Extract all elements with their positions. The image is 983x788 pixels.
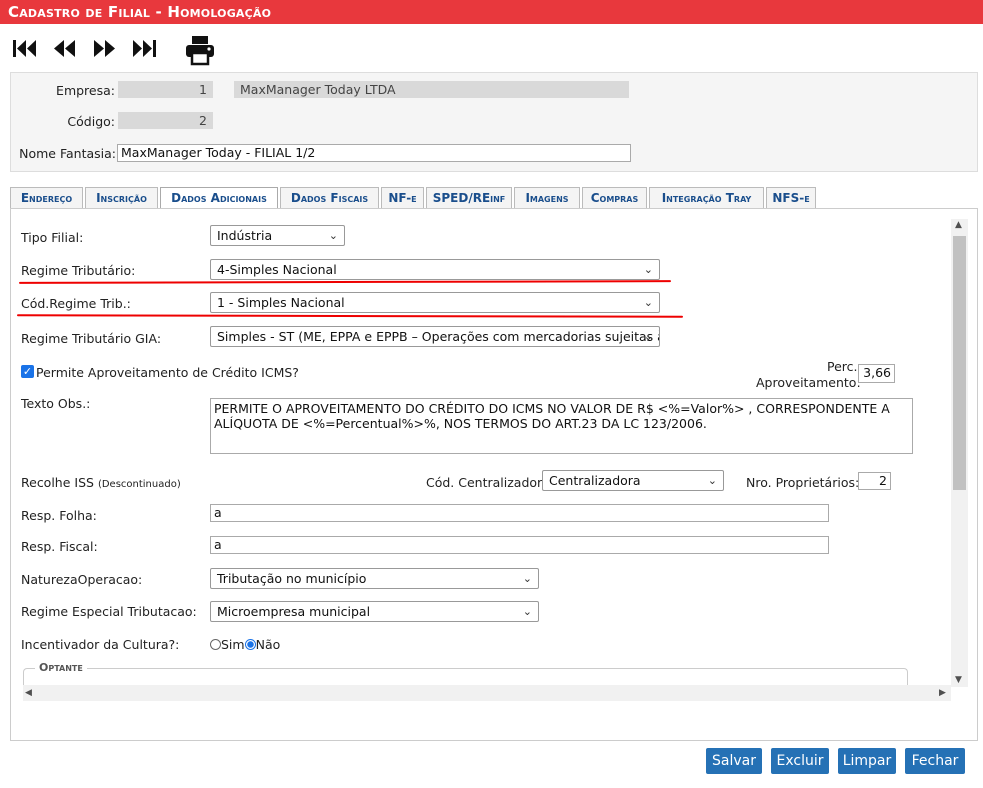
first-record-icon[interactable] xyxy=(10,34,40,64)
tab-dados-adicionais[interactable]: Dados Adicionais xyxy=(160,187,278,210)
dados-adicionais-panel: Tipo Filial: Indústria ⌄ Regime Tributári… xyxy=(10,208,978,741)
chevron-down-icon: ⌄ xyxy=(522,572,532,585)
incentivador-nao-label: Não xyxy=(255,637,281,652)
scroll-up-icon[interactable]: ▲ xyxy=(955,220,962,230)
cod-regime-label: Cód.Regime Trib.: xyxy=(21,296,131,311)
permite-aproveitamento-checkbox[interactable]: ✓ xyxy=(21,365,34,378)
perc-aproveitamento-input[interactable]: 3,66 xyxy=(858,364,895,383)
chevron-down-icon: ⌄ xyxy=(522,605,532,618)
scroll-right-icon[interactable]: ▶ xyxy=(939,688,946,698)
nome-fantasia-label: Nome Fantasia: xyxy=(19,146,116,161)
vertical-scrollbar-thumb[interactable] xyxy=(953,236,966,490)
red-annotation-underline xyxy=(16,314,684,318)
natureza-operacao-select[interactable]: Tributação no município ⌄ xyxy=(210,568,539,589)
chevron-down-icon: ⌄ xyxy=(328,229,338,242)
perc-aproveitamento-label-line1: Perc. xyxy=(827,359,858,374)
empresa-label: Empresa: xyxy=(56,83,115,98)
tab-imagens[interactable]: Imagens xyxy=(514,187,580,208)
recolhe-iss-note: (Descontinuado) xyxy=(97,479,181,490)
record-navigation-toolbar xyxy=(10,34,230,66)
regime-especial-value: Microempresa municipal xyxy=(217,604,371,619)
window-title: Cadastro de Filial - Homologação xyxy=(8,3,272,21)
recolhe-iss-label: Recolhe ISS (Descontinuado) xyxy=(21,475,181,490)
print-icon[interactable] xyxy=(184,34,216,66)
header-panel: Empresa: 1 MaxManager Today LTDA Código:… xyxy=(10,72,978,172)
title-bar: Cadastro de Filial - Homologação xyxy=(0,0,983,24)
cod-regime-value: 1 - Simples Nacional xyxy=(217,295,345,310)
empresa-code-field: 1 xyxy=(118,81,213,98)
codigo-label: Código: xyxy=(67,114,115,129)
regime-gia-select[interactable]: Simples - ST (ME, EPPA e EPPB – Operaçõe… xyxy=(210,326,660,347)
chevron-down-icon: ⌄ xyxy=(707,474,717,487)
scroll-left-icon[interactable]: ◀ xyxy=(25,688,32,698)
texto-obs-label: Texto Obs.: xyxy=(21,396,91,411)
red-annotation-underline xyxy=(18,280,672,284)
previous-record-icon[interactable] xyxy=(50,34,80,64)
resp-fiscal-input[interactable]: a xyxy=(210,536,829,554)
tab-inscricao[interactable]: Inscrição xyxy=(85,187,158,208)
resp-folha-label: Resp. Folha: xyxy=(21,508,97,523)
fechar-button[interactable]: Fechar xyxy=(905,748,965,774)
recolhe-iss-text: Recolhe ISS xyxy=(21,475,94,490)
regime-gia-value: Simples - ST (ME, EPPA e EPPB – Operaçõe… xyxy=(217,329,660,344)
tab-nfe[interactable]: NF-e xyxy=(381,187,424,208)
tab-dados-fiscais[interactable]: Dados Fiscais xyxy=(280,187,379,208)
horizontal-scrollbar[interactable]: ◀ ▶ xyxy=(23,685,951,701)
resp-folha-input[interactable]: a xyxy=(210,504,829,522)
last-record-icon[interactable] xyxy=(130,34,160,64)
regime-especial-select[interactable]: Microempresa municipal ⌄ xyxy=(210,601,539,622)
next-record-icon[interactable] xyxy=(90,34,120,64)
tipo-filial-value: Indústria xyxy=(217,228,273,243)
regime-tributario-value: 4-Simples Nacional xyxy=(217,262,337,277)
regime-tributario-label: Regime Tributário: xyxy=(21,263,136,278)
incentivador-sim-radio[interactable] xyxy=(210,639,221,650)
vertical-scrollbar[interactable]: ▲ ▼ xyxy=(951,219,968,687)
cod-regime-select[interactable]: 1 - Simples Nacional ⌄ xyxy=(210,292,660,313)
regime-tributario-select[interactable]: 4-Simples Nacional ⌄ xyxy=(210,259,660,280)
chevron-down-icon: ⌄ xyxy=(643,296,653,309)
incentivador-radio-group: Sim Não xyxy=(210,637,280,652)
chevron-down-icon: ⌄ xyxy=(643,263,653,276)
tab-nfse[interactable]: NFS-e xyxy=(766,187,816,208)
salvar-button[interactable]: Salvar xyxy=(706,748,762,774)
chevron-down-icon: ⌄ xyxy=(643,330,653,343)
incentivador-nao-radio[interactable] xyxy=(244,639,256,650)
limpar-button[interactable]: Limpar xyxy=(838,748,896,774)
scroll-down-icon[interactable]: ▼ xyxy=(955,675,962,685)
optante-legend: Optante xyxy=(35,661,87,674)
tipo-filial-select[interactable]: Indústria ⌄ xyxy=(210,225,345,246)
permite-aproveitamento-label: Permite Aproveitamento de Crédito ICMS? xyxy=(36,365,299,380)
nro-proprietarios-label: Nro. Proprietários: xyxy=(746,475,860,490)
nro-proprietarios-input[interactable]: 2 xyxy=(858,472,891,490)
texto-obs-textarea[interactable]: PERMITE O APROVEITAMENTO DO CRÉDITO DO I… xyxy=(210,398,913,454)
excluir-button[interactable]: Excluir xyxy=(771,748,829,774)
codigo-field: 2 xyxy=(118,112,213,129)
incentivador-label: Incentivador da Cultura?: xyxy=(21,637,180,652)
natureza-operacao-label: NaturezaOperacao: xyxy=(21,572,143,587)
cod-centralizador-value: Centralizadora xyxy=(549,473,641,488)
scrollable-form: Tipo Filial: Indústria ⌄ Regime Tributári… xyxy=(11,209,951,687)
tab-endereco[interactable]: Endereço xyxy=(10,187,83,208)
tab-compras[interactable]: Compras xyxy=(582,187,647,208)
cod-centralizador-label: Cód. Centralizador: xyxy=(426,475,547,490)
resp-fiscal-label: Resp. Fiscal: xyxy=(21,539,98,554)
natureza-operacao-value: Tributação no município xyxy=(217,571,367,586)
perc-aproveitamento-label-line2: Aproveitamento: xyxy=(756,375,861,390)
cod-centralizador-select[interactable]: Centralizadora ⌄ xyxy=(542,470,724,491)
nome-fantasia-input[interactable]: MaxManager Today - FILIAL 1/2 xyxy=(117,144,631,162)
tab-bar: Endereço Inscrição Dados Adicionais Dado… xyxy=(10,187,970,210)
tab-integracao-tray[interactable]: Integração Tray xyxy=(649,187,764,208)
regime-gia-label: Regime Tributário GIA: xyxy=(21,331,162,346)
tab-sped-reinf[interactable]: SPED/REinf xyxy=(426,187,512,208)
incentivador-sim-label: Sim xyxy=(221,637,245,652)
regime-especial-label: Regime Especial Tributacao: xyxy=(21,604,197,619)
empresa-name-field: MaxManager Today LTDA xyxy=(234,81,629,98)
tipo-filial-label: Tipo Filial: xyxy=(21,230,84,245)
